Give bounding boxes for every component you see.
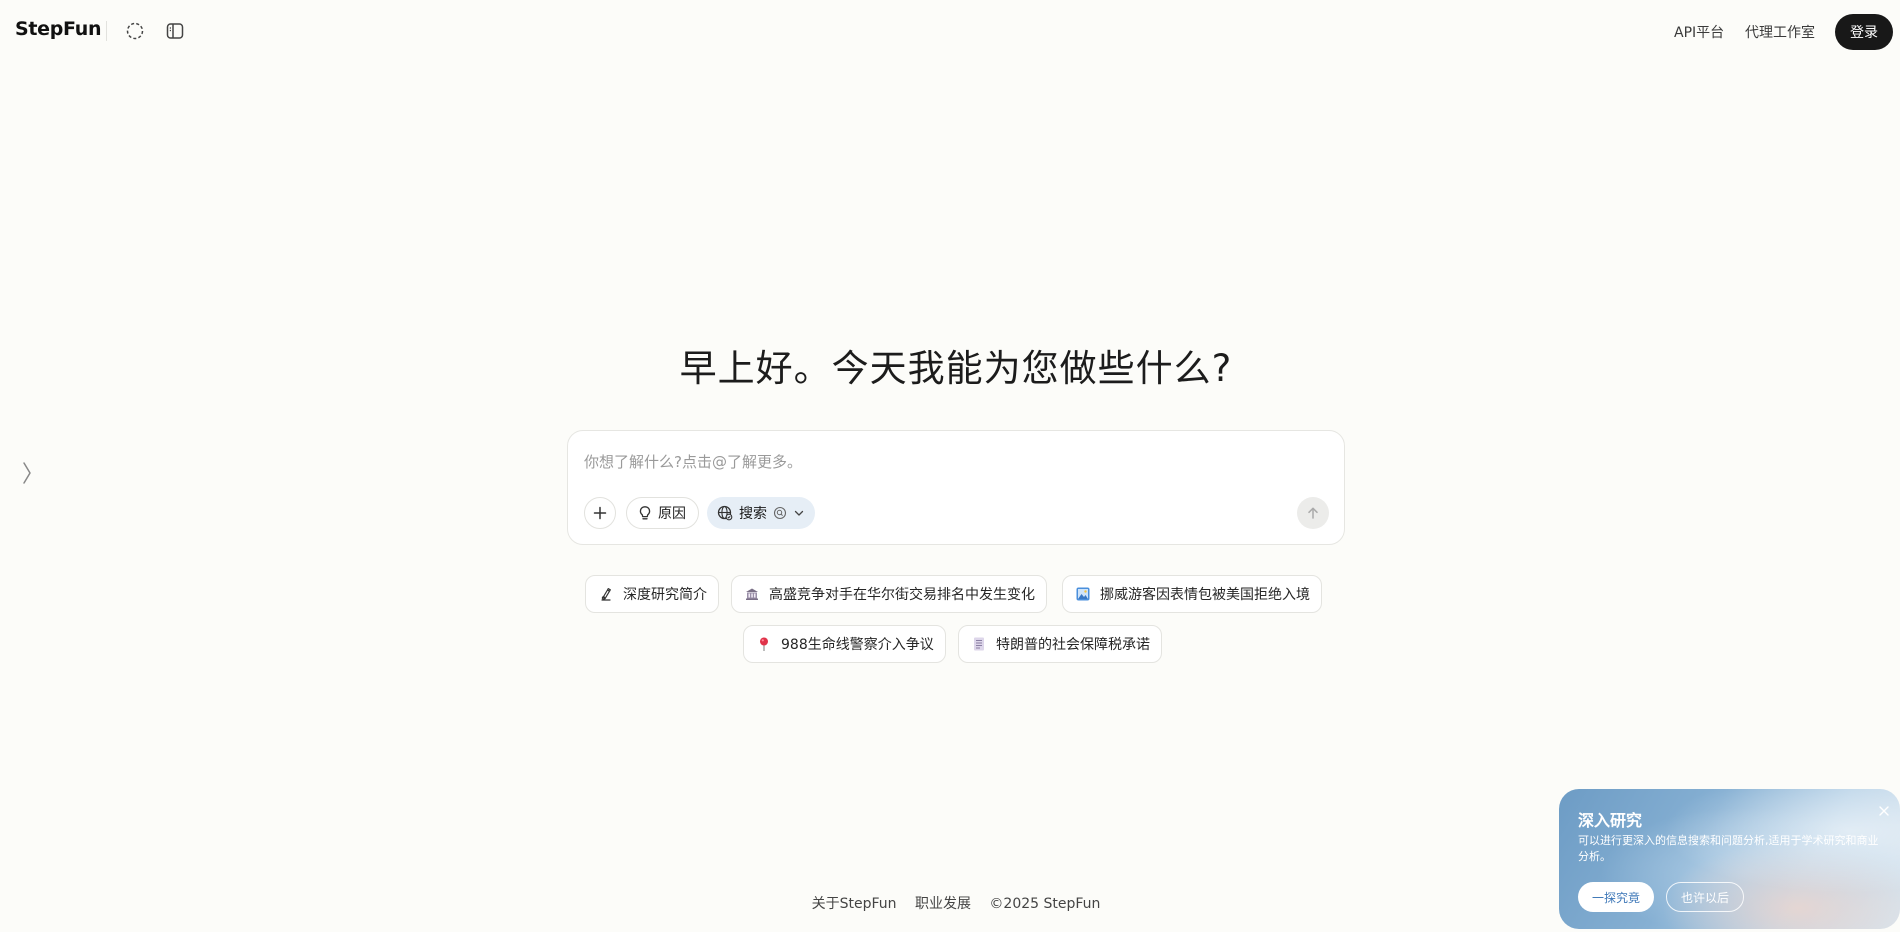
suggestion-chip-988-lifeline[interactable]: 988生命线警察介入争议 — [743, 625, 946, 663]
research-icon — [598, 586, 614, 602]
promo-title: 深入研究 — [1578, 811, 1643, 830]
search-engine-icon — [773, 506, 787, 520]
deep-research-promo: 深入研究 可以进行更深入的信息搜索和问题分析,适用于学术研究和商业分析。 一探究… — [1559, 789, 1900, 929]
suggestion-chip-deep-research[interactable]: 深度研究简介 — [585, 575, 719, 613]
expand-sidebar-button[interactable] — [16, 458, 38, 488]
suggestion-chip-goldman[interactable]: 高盛竞争对手在华尔街交易排名中发生变化 — [731, 575, 1047, 613]
suggestion-label: 特朗普的社会保障税承诺 — [996, 637, 1150, 653]
chevron-right-icon — [23, 462, 31, 484]
header-divider — [106, 21, 107, 41]
top-bar: StepFun API平台 代理工作室 登录 — [0, 0, 1900, 62]
bank-building-icon — [744, 586, 760, 602]
document-icon — [971, 636, 987, 652]
reasoning-label: 原因 — [658, 506, 686, 522]
chat-input[interactable] — [584, 449, 1324, 475]
new-chat-button[interactable] — [121, 17, 149, 45]
pin-icon — [756, 636, 772, 652]
promo-description: 可以进行更深入的信息搜索和问题分析,适用于学术研究和商业分析。 — [1578, 834, 1879, 863]
chevron-down-icon — [794, 510, 804, 516]
promo-explore-button[interactable]: 一探究竟 — [1578, 882, 1654, 912]
send-button[interactable] — [1297, 497, 1329, 529]
reasoning-toggle[interactable]: 原因 — [626, 497, 699, 529]
copyright-text: ©2025 StepFun — [989, 896, 1101, 912]
close-icon — [1879, 806, 1889, 816]
new-chat-icon — [126, 22, 144, 40]
sidebar-panel-icon — [166, 23, 184, 39]
about-link[interactable]: 关于StepFun — [812, 896, 897, 912]
suggestion-label: 988生命线警察介入争议 — [781, 637, 934, 653]
greeting-heading: 早上好。今天我能为您做些什么? — [679, 347, 1233, 390]
agent-studio-link[interactable]: 代理工作室 — [1745, 22, 1815, 42]
suggestion-chip-trump-social-security[interactable]: 特朗普的社会保障税承诺 — [958, 625, 1162, 663]
globe-icon — [717, 505, 733, 521]
suggestion-chip-norway-tourist[interactable]: 挪威游客因表情包被美国拒绝入境 — [1062, 575, 1322, 613]
picture-icon — [1075, 586, 1091, 602]
search-toggle[interactable]: 搜索 — [707, 497, 815, 529]
promo-later-button[interactable]: 也许以后 — [1666, 882, 1744, 912]
chat-composer: 原因 搜索 — [567, 430, 1345, 545]
api-platform-link[interactable]: API平台 — [1674, 22, 1724, 42]
search-label: 搜索 — [739, 506, 767, 522]
attach-button[interactable] — [584, 497, 616, 529]
suggestion-label: 挪威游客因表情包被美国拒绝入境 — [1100, 587, 1310, 603]
lightbulb-icon — [639, 506, 651, 520]
stepfun-logo[interactable]: StepFun — [15, 18, 102, 40]
plus-icon — [593, 506, 607, 520]
arrow-up-icon — [1308, 507, 1318, 519]
login-button[interactable]: 登录 — [1835, 14, 1893, 50]
promo-close-button[interactable] — [1875, 802, 1893, 820]
suggestion-label: 高盛竞争对手在华尔街交易排名中发生变化 — [769, 587, 1035, 603]
suggestion-label: 深度研究简介 — [623, 587, 707, 603]
careers-link[interactable]: 职业发展 — [915, 896, 971, 912]
sidebar-toggle-button[interactable] — [161, 17, 189, 45]
